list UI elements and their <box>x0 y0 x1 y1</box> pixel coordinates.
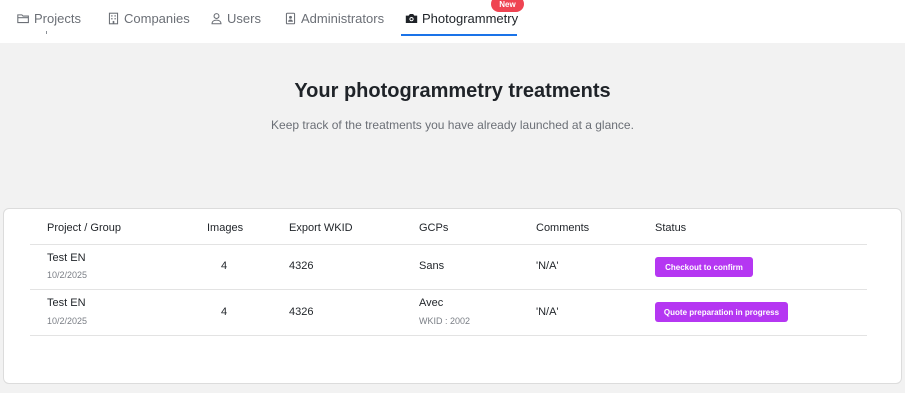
project-name: Test EN <box>47 297 86 309</box>
tab-users[interactable]: Users <box>210 0 261 36</box>
table-divider <box>30 289 867 290</box>
table-divider <box>30 335 867 336</box>
page-title: Your photogrammetry treatments <box>294 80 611 102</box>
column-header-images: Images <box>207 222 244 234</box>
column-header-wkid: Export WKID <box>289 222 353 234</box>
tab-companies-label: Companies <box>124 10 190 26</box>
images-count: 4 <box>221 306 228 318</box>
tab-indicator-mark <box>46 31 47 34</box>
export-wkid: 4326 <box>289 260 314 272</box>
camera-icon <box>405 13 418 23</box>
column-header-comments: Comments <box>536 222 590 234</box>
comments-value: 'N/A' <box>536 260 559 272</box>
status-quote-button[interactable]: Quote preparation in progress <box>655 302 788 322</box>
building-icon <box>108 12 119 24</box>
folder-icon <box>17 13 29 23</box>
admin-badge-icon <box>285 12 296 24</box>
export-wkid: 4326 <box>289 306 314 318</box>
gcps-wkid: WKID : 2002 <box>419 316 471 326</box>
page-subtitle: Keep track of the treatments you have al… <box>271 118 634 132</box>
tab-administrators-label: Administrators <box>301 10 385 26</box>
tab-users-label: Users <box>227 10 261 26</box>
tab-administrators[interactable]: Administrators <box>284 0 384 36</box>
tab-projects[interactable]: Projects <box>17 0 81 36</box>
project-name: Test EN <box>47 252 86 264</box>
tab-companies[interactable]: Companies <box>107 0 190 36</box>
project-date: 10/2/2025 <box>47 270 88 280</box>
project-date: 10/2/2025 <box>47 316 88 326</box>
table-divider <box>30 244 867 245</box>
column-header-project: Project / Group <box>47 222 121 234</box>
new-badge: New <box>491 0 524 12</box>
column-header-status: Status <box>655 222 687 234</box>
comments-value: 'N/A' <box>536 306 559 318</box>
images-count: 4 <box>221 260 228 272</box>
top-navigation: Projects Companies Users Administrators <box>0 0 905 43</box>
active-tab-underline <box>401 34 517 36</box>
status-checkout-button[interactable]: Checkout to confirm <box>655 257 753 277</box>
gcps-value: Avec <box>419 297 444 309</box>
tab-photogrammetry-label: Photogrammetry <box>422 10 519 26</box>
treatments-table-card <box>3 208 902 384</box>
tab-projects-label: Projects <box>34 10 81 26</box>
gcps-value: Sans <box>419 260 445 272</box>
column-header-gcps: GCPs <box>419 222 449 234</box>
user-icon <box>211 12 222 24</box>
